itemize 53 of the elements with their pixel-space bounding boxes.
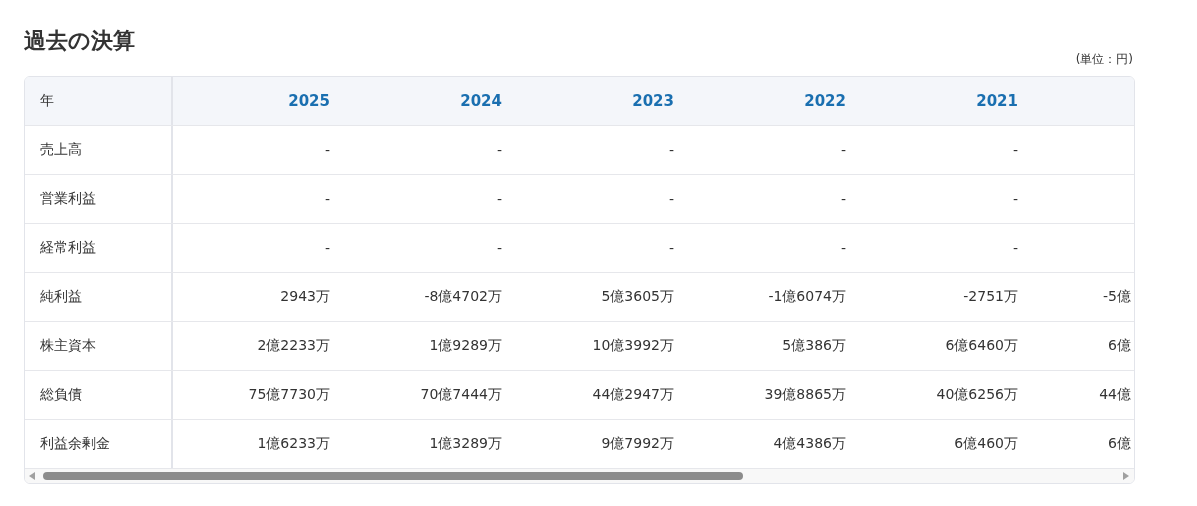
table-cell-text: - [1011,240,1019,256]
table-cell-text: - [495,191,503,207]
table-cell-text: 9億7992万 [600,435,675,453]
column-header: 2024 [459,92,503,110]
table-cell-text: - [495,240,503,256]
table-cell-text: - [1011,191,1019,207]
table-cell-text: 1億6233万 [256,435,331,453]
table-cell-text: - [323,240,331,256]
row-label: 経常利益 [25,224,173,272]
table-cell-text: -8億4702万 [423,288,503,306]
section-title: 過去の決算 [24,27,135,55]
table-cell-text: 6億 [1107,337,1131,355]
table-cell-text: 6億460万 [953,435,1019,453]
table-cell-text: 39億8865万 [763,386,847,404]
table-cell-text: -2751万 [962,288,1019,306]
table-cell-text: - [495,142,503,158]
table-cell-text: - [839,142,847,158]
table-cell-text: 5億3605万 [600,288,675,306]
table-cell-text: 1億3289万 [428,435,503,453]
column-header: 2022 [803,92,847,110]
table-cell-text: 75億7730万 [247,386,331,404]
table-cell-text: 6億 [1107,435,1131,453]
row-label: 総負債 [25,371,173,419]
column-header: 2021 [975,92,1019,110]
column-header: 2025 [287,92,331,110]
table-cell-text: 5億386万 [781,337,847,355]
table-cell-text: 2943万 [279,288,331,306]
table-cell-text: - [323,191,331,207]
table-cell-text: - [323,142,331,158]
table-cell-text: 10億3992万 [591,337,675,355]
row-label: 株主資本 [25,322,173,370]
table-cell-text: - [1011,142,1019,158]
table-cell-text: 44億 [1098,386,1131,404]
table-cell-text: -1億6074万 [767,288,847,306]
table-cell-text: 1億9289万 [428,337,503,355]
table-cell-text: - [667,240,675,256]
table-cell-text: - [667,191,675,207]
table-cell-text: 70億7444万 [419,386,503,404]
table-cell-text: 6億6460万 [944,337,1019,355]
row-label: 売上高 [25,126,173,174]
row-label: 純利益 [25,273,173,321]
table-cell-text: - [839,191,847,207]
table-cell-text: - [667,142,675,158]
table-cell-text: 44億2947万 [591,386,675,404]
table-cell-text: 4億4386万 [772,435,847,453]
table-cell-text: - [839,240,847,256]
row-label: 営業利益 [25,175,173,223]
horizontal-scrollbar-drawing[interactable] [29,472,1129,480]
table-cell-text: 2億2233万 [256,337,331,355]
column-header: 2023 [631,92,675,110]
table-cell-text: -5億 [1102,288,1131,306]
unit-note: (単位：円) [1075,51,1133,68]
table-cell-text: 40億6256万 [935,386,1019,404]
